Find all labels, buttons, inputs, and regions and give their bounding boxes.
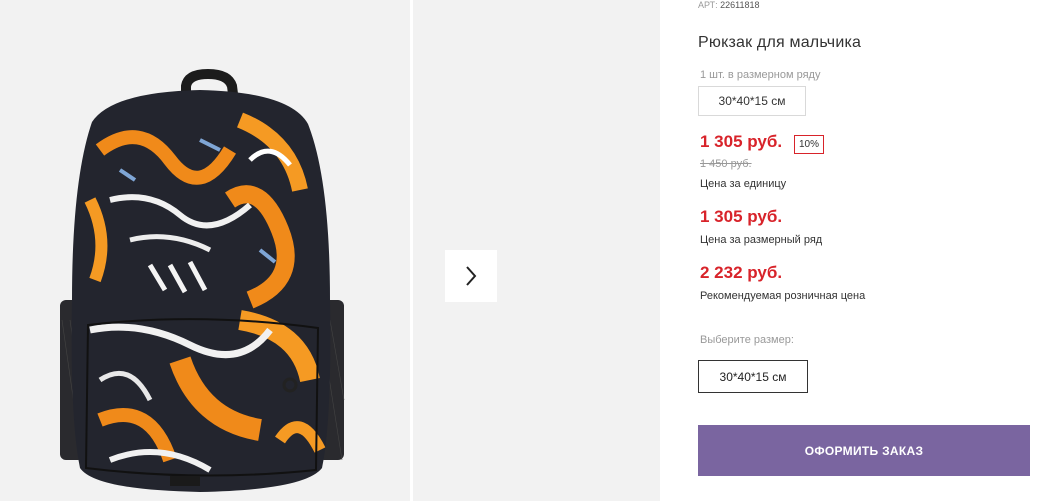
old-price: 1 450 руб. <box>700 158 752 170</box>
product-title: Рюкзак для мальчика <box>698 34 862 51</box>
place-order-button[interactable]: ОФОРМИТЬ ЗАКАЗ <box>698 425 1030 476</box>
size-select-label: Выберите размер: <box>700 334 794 346</box>
article-label: АРТ: <box>698 0 718 10</box>
retail-price-caption: Рекомендуемая розничная цена <box>700 290 866 302</box>
size-option-selected[interactable]: 30*40*15 см <box>698 360 808 393</box>
article-value: 22611818 <box>720 0 760 10</box>
discount-badge: 10% <box>794 135 825 154</box>
series-size-badge: 30*40*15 см <box>698 86 806 116</box>
gallery-next-button[interactable] <box>445 250 497 302</box>
unit-price: 1 305 руб. <box>700 132 783 151</box>
article-number: АРТ: 22611818 <box>698 0 760 10</box>
unit-price-caption: Цена за единицу <box>700 178 787 190</box>
chevron-right-icon <box>466 266 477 286</box>
product-image <box>0 0 410 501</box>
retail-price: 2 232 руб. <box>700 263 783 282</box>
backpack-illustration <box>60 68 345 492</box>
series-count-label: 1 шт. в размерном ряду <box>700 69 821 81</box>
series-price: 1 305 руб. <box>700 207 783 226</box>
series-price-caption: Цена за размерный ряд <box>700 234 823 246</box>
